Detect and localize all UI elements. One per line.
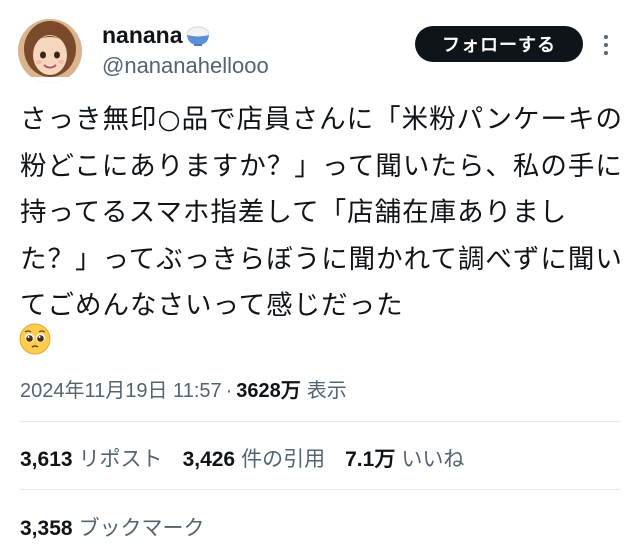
pleading-face-icon [18, 322, 52, 356]
bookmarks-count: 3,358 [20, 517, 73, 540]
quotes-stat[interactable]: 3,426 件の引用 [183, 443, 326, 473]
divider [20, 489, 620, 490]
bookmarks-label: ブックマーク [78, 517, 205, 540]
tweet-text: さっき無印○品で店員さんに「米粉パンケーキの粉どこにありますか？」って聞いたら、… [20, 104, 623, 321]
timestamp[interactable]: 2024年11月19日 11:57 [20, 374, 222, 403]
reposts-stat[interactable]: 3,613 リポスト [20, 443, 163, 473]
quotes-label: 件の引用 [241, 448, 326, 471]
reposts-count: 3,613 [20, 448, 73, 471]
view-count: 3628万 [236, 380, 301, 402]
divider [20, 421, 620, 422]
author-display-name[interactable]: nanana [102, 22, 183, 49]
quotes-count: 3,426 [182, 448, 236, 471]
follow-button[interactable]: フォローする [415, 26, 583, 62]
bookmarks-stat[interactable]: 3,358 ブックマーク [20, 512, 205, 542]
author-name-row[interactable]: nanana [102, 22, 211, 49]
view-count-label: 表示 [306, 380, 347, 402]
likes-count: 7.1万 [345, 448, 396, 471]
likes-label: いいね [401, 448, 465, 471]
rice-bowl-icon [185, 25, 211, 47]
avatar[interactable] [18, 19, 82, 83]
author-handle[interactable]: @nananahellooo [102, 53, 269, 79]
engagement-stats: 3,613 リポスト 3,426 件の引用 7.1万 いいね [20, 443, 484, 473]
meta-separator: · [225, 380, 233, 402]
likes-stat[interactable]: 7.1万 いいね [345, 443, 464, 473]
tweet-meta: 2024年11月19日 11:57 · 3628万 表示 [20, 374, 347, 403]
more-vertical-icon[interactable] [602, 32, 610, 58]
reposts-label: リポスト [78, 448, 163, 471]
